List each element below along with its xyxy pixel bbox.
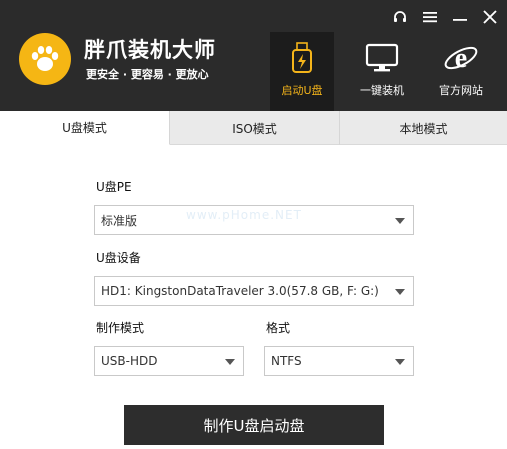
nav-official-site[interactable]: e 官方网站: [429, 32, 493, 111]
close-icon[interactable]: [481, 8, 499, 26]
nav-label: 启动U盘: [281, 84, 323, 97]
app-slogan: 更安全 · 更容易 · 更放心: [86, 68, 209, 81]
paw-logo-icon: [19, 33, 71, 85]
mode-select[interactable]: USB-HDD: [94, 346, 244, 376]
nav-one-click-install[interactable]: 一键装机: [350, 32, 414, 111]
tab-local-mode[interactable]: 本地模式: [340, 111, 507, 145]
mode-label: 制作模式: [96, 321, 145, 335]
mode-select-value: USB-HDD: [101, 354, 158, 368]
chevron-down-icon: [395, 359, 405, 365]
tab-iso-mode[interactable]: ISO模式: [170, 111, 340, 145]
watermark: www.pHome.NET: [186, 208, 302, 222]
chevron-down-icon: [225, 359, 235, 365]
device-select[interactable]: HD1: KingstonDataTraveler 3.0(57.8 GB, F…: [94, 276, 414, 306]
chevron-down-icon: [395, 218, 405, 224]
headset-icon[interactable]: [391, 8, 409, 26]
nav-label: 一键装机: [360, 84, 404, 97]
tab-usb-mode[interactable]: U盘模式: [0, 111, 170, 145]
device-select-value: HD1: KingstonDataTraveler 3.0(57.8 GB, F…: [101, 284, 379, 298]
mode-tabs: U盘模式 ISO模式 本地模式: [0, 111, 507, 145]
window-controls: [391, 8, 499, 26]
pe-label: U盘PE: [96, 180, 132, 194]
menu-icon[interactable]: [421, 8, 439, 26]
app-header: 胖爪装机大师 更安全 · 更容易 · 更放心 启动U盘 一键装机 e 官方网站: [0, 0, 507, 111]
monitor-icon: [365, 40, 399, 76]
format-select[interactable]: NTFS: [264, 346, 414, 376]
format-select-value: NTFS: [271, 354, 302, 368]
svg-text:e: e: [455, 43, 467, 74]
usb-drive-icon: [290, 40, 314, 76]
minimize-icon[interactable]: [451, 8, 469, 26]
pe-select-value: 标准版: [101, 213, 138, 228]
chevron-down-icon: [395, 289, 405, 295]
nav-label: 官方网站: [439, 84, 483, 97]
app-name: 胖爪装机大师: [84, 38, 216, 62]
ie-browser-icon: e: [443, 40, 479, 76]
format-label: 格式: [266, 321, 291, 335]
nav-boot-usb[interactable]: 启动U盘: [270, 32, 334, 111]
make-boot-usb-button[interactable]: 制作U盘启动盘: [124, 405, 384, 445]
device-label: U盘设备: [96, 251, 141, 265]
